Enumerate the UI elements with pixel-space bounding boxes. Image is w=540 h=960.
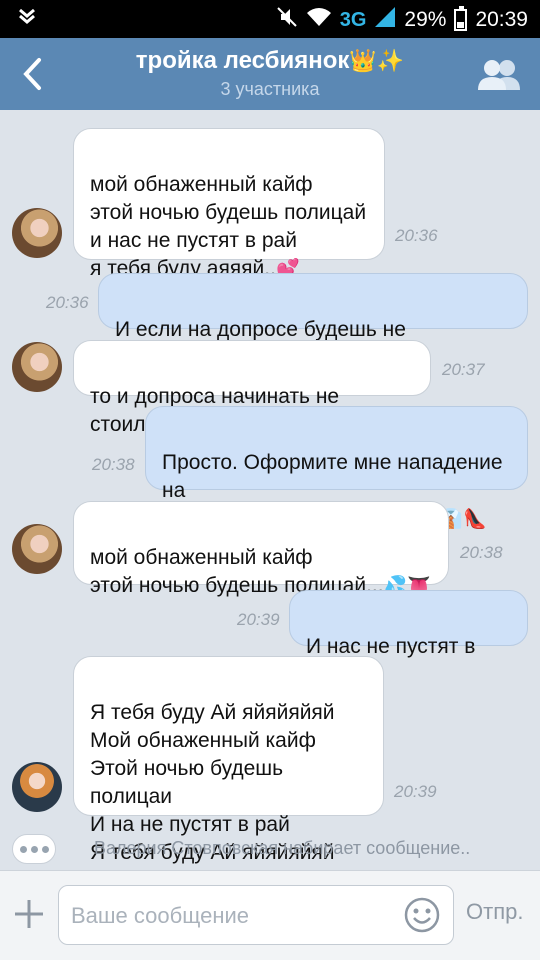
wifi-icon [306, 7, 332, 33]
battery-icon [454, 6, 468, 31]
message-time: 20:39 [394, 782, 437, 801]
message-bubble-outgoing[interactable]: И нас не пустят в рай. [289, 590, 528, 686]
message-input[interactable] [71, 896, 391, 936]
emoji-button[interactable] [403, 896, 441, 934]
chat-header: тройка лесбиянок👑✨ 3 участника [0, 38, 540, 110]
message-list[interactable]: мой обнаженный кайф этой ночью будешь по… [0, 110, 540, 870]
send-button[interactable]: Отпр. [466, 899, 523, 925]
network-type: 3G [339, 8, 367, 31]
participants-count: 3 участника [220, 79, 320, 99]
message-time: 20:36 [395, 226, 438, 245]
message-time: 20:37 [442, 360, 485, 379]
message-bubble-incoming[interactable]: Я тебя буду Ай яйяйяйяй Мой обнаженный к… [73, 656, 384, 864]
typing-text: Валерия Стовповская набирает сообщение.. [94, 838, 471, 858]
chat-title-text: тройка лесбиянок [135, 47, 350, 74]
typing-dots-icon [12, 834, 56, 864]
avatar[interactable] [12, 524, 62, 574]
message-bubble-incoming[interactable]: мой обнаженный кайф этой ночью будешь по… [73, 501, 449, 597]
battery-percent: 29% [404, 8, 447, 31]
message-time: 20:39 [237, 610, 280, 629]
message-bubble-incoming[interactable]: мой обнаженный кайф этой ночью будешь по… [73, 128, 385, 280]
status-bar: 3G 29% 20:39 [0, 0, 540, 38]
attach-button[interactable] [12, 897, 46, 931]
back-button[interactable] [12, 52, 52, 96]
back-arrow-icon [23, 58, 41, 90]
message-text: мой обнаженный кайф этой ночью будешь по… [90, 173, 367, 280]
message-composer: Отпр. [0, 870, 540, 960]
message-time: 20:38 [460, 543, 503, 562]
typing-indicator: Валерия Стовповская набирает сообщение.. [0, 832, 540, 870]
plus-icon [15, 900, 43, 928]
message-time: 20:36 [46, 293, 89, 312]
message-input-box[interactable] [58, 885, 454, 945]
message-time: 20:38 [92, 455, 135, 474]
members-button[interactable] [476, 56, 522, 94]
avatar[interactable] [12, 762, 62, 812]
chat-title: тройка лесбиянок👑✨ [80, 47, 460, 75]
crown-sparkles-emoji: 👑✨ [349, 48, 405, 73]
smile-icon [404, 897, 440, 933]
message-bubble-outgoing[interactable]: Просто. Оформите мне нападение на сотруд… [145, 406, 528, 530]
avatar[interactable] [12, 342, 62, 392]
message-bubble-incoming[interactable]: то и допроса начинать не стоило... [73, 340, 431, 436]
avatar[interactable] [12, 208, 62, 258]
signal-icon [374, 6, 396, 34]
chat-title-area[interactable]: тройка лесбиянок👑✨ 3 участника [80, 47, 460, 100]
message-bubble-outgoing[interactable]: И если на допросе будешь не пристойна...… [98, 273, 528, 369]
clock: 20:39 [475, 8, 528, 31]
notification-icon [18, 8, 36, 33]
people-icon [478, 60, 520, 90]
mute-icon [276, 6, 298, 34]
